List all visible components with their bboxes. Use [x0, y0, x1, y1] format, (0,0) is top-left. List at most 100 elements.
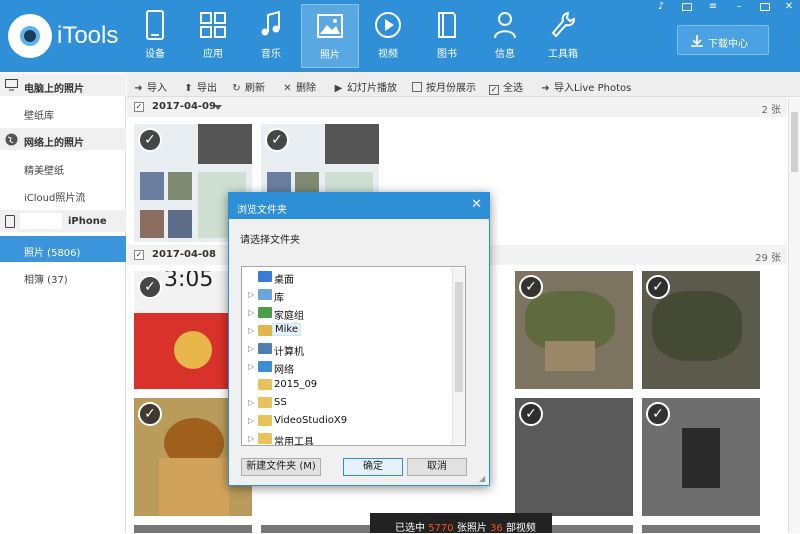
- cancel-button[interactable]: 取消: [407, 458, 467, 476]
- folder-tree: 桌面 ▷ 库 ▷ 家庭组 ▷ Mike ▷ 计算机 ▷ 网络 2015_09 ▷ SS ▷ VideoStud…: [241, 266, 466, 446]
- sidebar-item-fine-wallpaper[interactable]: 精美壁纸: [0, 154, 126, 180]
- nav-messages[interactable]: 信息: [476, 4, 534, 68]
- folder-icon: [258, 415, 272, 426]
- check-icon[interactable]: ✓: [519, 402, 543, 426]
- folder-tree-item[interactable]: ▷ Mike: [248, 323, 448, 339]
- folder-tree-item[interactable]: ▷ 网络: [248, 359, 448, 376]
- check-icon[interactable]: ✓: [519, 275, 543, 299]
- menu-icon[interactable]: ≡: [708, 2, 718, 12]
- photo-thumbnail[interactable]: ✓: [515, 398, 633, 516]
- photo-thumbnail[interactable]: ✓: [642, 398, 760, 516]
- nav-label: 视频: [378, 49, 398, 60]
- folder-icon: [258, 379, 272, 390]
- sidebar-item-photos[interactable]: 照片 (5806): [0, 236, 126, 262]
- check-icon[interactable]: ✓: [265, 128, 289, 152]
- expand-arrow-icon[interactable]: ▷: [248, 308, 254, 317]
- photo-thumbnail[interactable]: ✓: [515, 271, 633, 389]
- photo-thumbnail[interactable]: ✓: [642, 271, 760, 389]
- import-live-photos-button[interactable]: ➜ 导入Live Photos: [540, 79, 631, 94]
- sidebar-header-web: 网络上的照片: [0, 128, 126, 150]
- nav-books[interactable]: 图书: [418, 4, 476, 68]
- app-header: iTools 设备 应用 音乐 照片 视频 图书 信息 工具箱 ♪ ≡ – ✕ …: [0, 0, 800, 72]
- dialog-titlebar: 浏览文件夹 ✕: [229, 193, 489, 219]
- photo-thumbnail[interactable]: [642, 525, 760, 533]
- group-date: 2017-04-08: [152, 249, 216, 260]
- wrench-icon: [551, 11, 575, 38]
- photo-time-text: 3:05: [164, 271, 214, 292]
- expand-arrow-icon[interactable]: ▷: [248, 344, 254, 353]
- export-button[interactable]: ⬆ 导出: [183, 79, 217, 94]
- nav-device[interactable]: 设备: [126, 4, 184, 68]
- group-checkbox[interactable]: ✓: [134, 102, 144, 112]
- tree-scrollbar[interactable]: [452, 268, 465, 444]
- folder-tree-item[interactable]: 桌面: [248, 269, 448, 286]
- folder-tree-item[interactable]: 2015_09: [248, 377, 448, 393]
- expand-arrow-icon[interactable]: ▷: [248, 398, 254, 407]
- close-icon[interactable]: ✕: [471, 197, 482, 212]
- browse-folder-dialog: 浏览文件夹 ✕ 请选择文件夹 桌面 ▷ 库 ▷ 家庭组 ▷ Mike ▷ 计算机 ▷ 网络 2015_…: [228, 192, 490, 486]
- network-icon: [258, 361, 272, 372]
- folder-tree-item[interactable]: ▷ 家庭组: [248, 305, 448, 322]
- folder-tree-item[interactable]: ▷ 库: [248, 287, 448, 304]
- nav-label: 音乐: [261, 49, 281, 60]
- nav-video[interactable]: 视频: [359, 4, 417, 68]
- checkbox-icon: [412, 82, 422, 92]
- nav-label: 图书: [437, 49, 457, 60]
- selected-video-count: 36: [490, 523, 503, 534]
- expand-arrow-icon[interactable]: ▷: [248, 434, 254, 443]
- ok-button[interactable]: 确定: [343, 458, 403, 476]
- chevron-down-icon[interactable]: [212, 101, 224, 113]
- by-month-checkbox[interactable]: 按月份展示: [412, 79, 476, 94]
- check-icon[interactable]: ✓: [646, 275, 670, 299]
- close-icon[interactable]: ✕: [784, 2, 794, 12]
- nav-label: 应用: [203, 49, 223, 60]
- expand-arrow-icon[interactable]: ▷: [248, 362, 254, 371]
- download-center-button[interactable]: 下载中心: [677, 25, 769, 55]
- nav-toolbox[interactable]: 工具箱: [534, 4, 592, 68]
- minimize-icon[interactable]: –: [734, 2, 744, 12]
- content-scrollbar[interactable]: [788, 98, 800, 533]
- check-icon[interactable]: ✓: [646, 402, 670, 426]
- select-all-checkbox[interactable]: ✓ 全选: [489, 79, 523, 95]
- skin-icon[interactable]: ♪: [656, 2, 666, 12]
- sidebar-item-wallpaper-lib[interactable]: 壁纸库: [0, 99, 126, 125]
- import-button[interactable]: ➜ 导入: [133, 79, 167, 94]
- group-checkbox[interactable]: ✓: [134, 250, 144, 260]
- library-icon: [258, 289, 272, 300]
- check-icon[interactable]: ✓: [138, 275, 162, 299]
- folder-tree-item[interactable]: ▷ 常用工具: [248, 431, 448, 445]
- folder-tree-item[interactable]: ▷ VideoStudioX9: [248, 413, 448, 429]
- delete-button[interactable]: ✕ 删除: [282, 79, 316, 94]
- expand-arrow-icon[interactable]: ▷: [248, 416, 254, 425]
- photo-thumbnail[interactable]: [134, 525, 252, 533]
- photo-thumbnail[interactable]: [261, 525, 379, 533]
- play-icon: ▶: [334, 83, 343, 94]
- nav-photos[interactable]: 照片: [301, 4, 359, 68]
- group-count: 29 张: [755, 253, 781, 264]
- check-icon[interactable]: ✓: [138, 128, 162, 152]
- group-date: 2017-04-09: [152, 101, 216, 112]
- nav-music[interactable]: 音乐: [242, 4, 300, 68]
- import-icon: ➜: [541, 83, 550, 94]
- delete-icon: ✕: [283, 83, 292, 94]
- slideshow-button[interactable]: ▶ 幻灯片播放: [333, 79, 397, 94]
- sidebar-header-device: iPhone: [0, 210, 126, 232]
- sidebar-item-icloud[interactable]: iCloud照片流: [0, 181, 126, 207]
- new-folder-button[interactable]: 新建文件夹 (M): [241, 458, 321, 476]
- resize-grip-icon[interactable]: ◢: [479, 475, 487, 483]
- nav-apps[interactable]: 应用: [184, 4, 242, 68]
- selected-photo-count: 5770: [428, 523, 454, 534]
- scrollbar-thumb[interactable]: [455, 282, 463, 392]
- sidebar-item-albums[interactable]: 相簿 (37): [0, 263, 126, 289]
- folder-tree-item[interactable]: ▷ 计算机: [248, 341, 448, 358]
- expand-arrow-icon[interactable]: ▷: [248, 290, 254, 299]
- scrollbar-thumb[interactable]: [791, 112, 798, 172]
- feedback-icon[interactable]: [682, 3, 692, 11]
- expand-arrow-icon[interactable]: ▷: [248, 326, 254, 335]
- refresh-button[interactable]: ↻ 刷新: [231, 79, 265, 94]
- maximize-icon[interactable]: [760, 3, 770, 11]
- folder-icon: [258, 397, 272, 408]
- folder-tree-item[interactable]: ▷ SS: [248, 395, 448, 411]
- check-icon[interactable]: ✓: [138, 402, 162, 426]
- folder-label: 家庭组: [274, 311, 304, 322]
